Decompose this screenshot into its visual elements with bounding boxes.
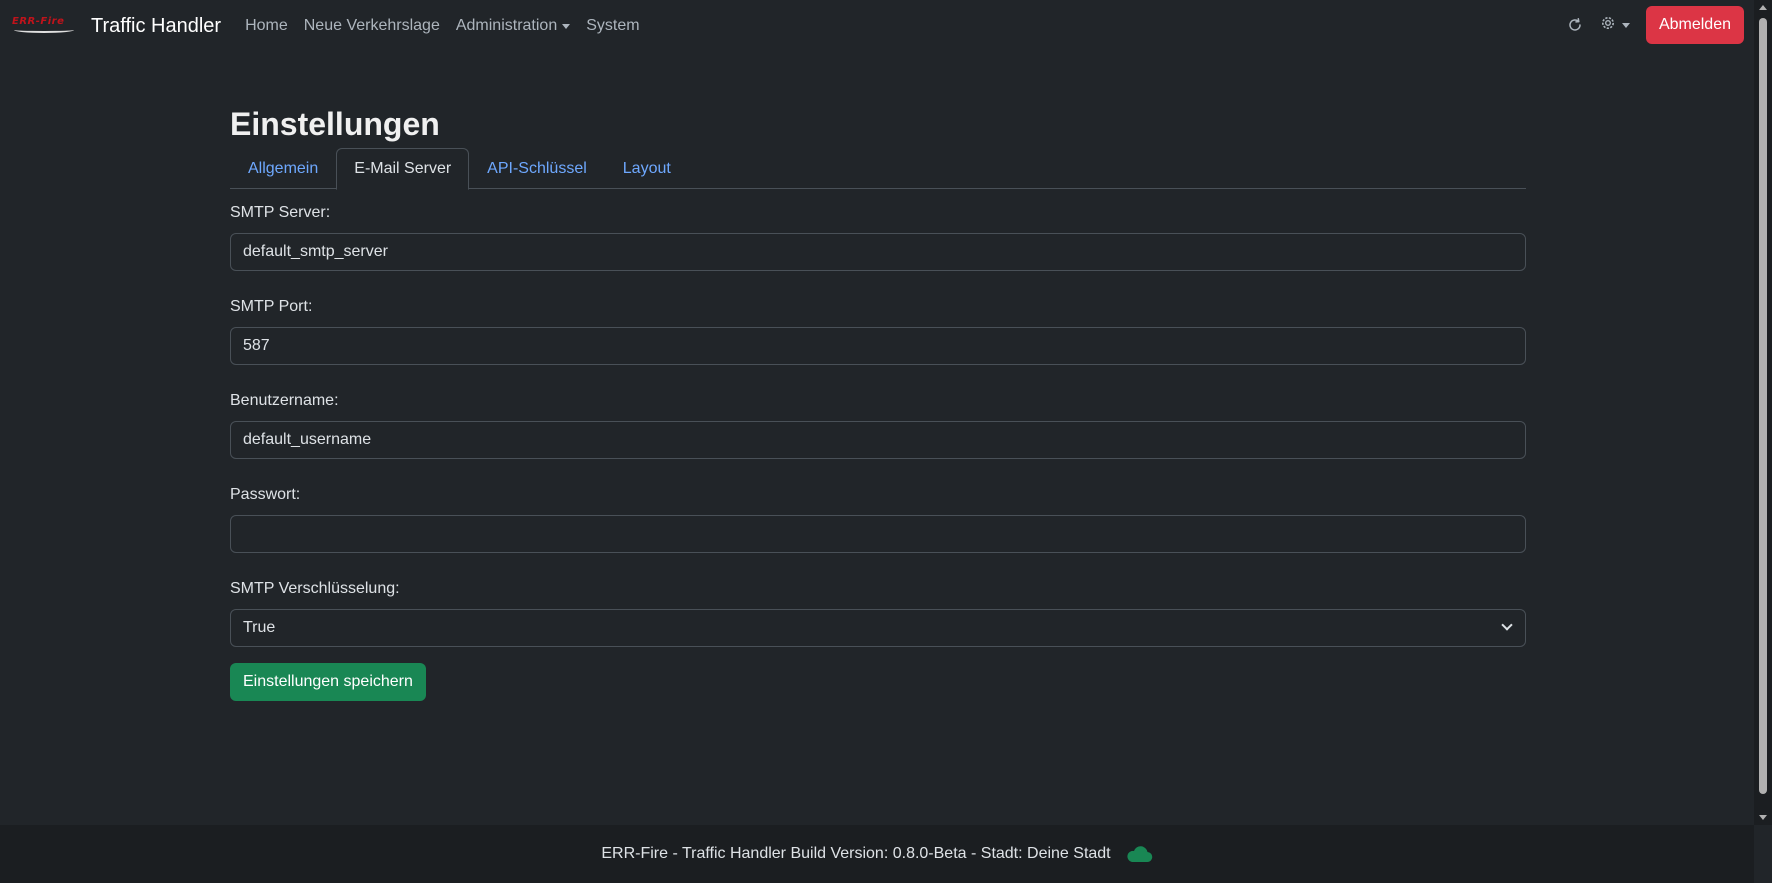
nav-item-administration[interactable]: Administration [455,17,571,35]
chevron-down-icon [562,23,571,29]
navbar: ERR-Fire Traffic Handler Home Neue Verke… [0,0,1754,52]
nav-item-system[interactable]: System [586,17,639,35]
username-input[interactable]: default_username [230,421,1526,459]
cloud-icon [1125,844,1153,864]
nav-item-home[interactable]: Home [245,17,288,35]
gear-icon [1599,14,1617,37]
chevron-down-icon [1621,22,1630,28]
scroll-down-icon[interactable] [1759,815,1767,820]
tab-layout[interactable]: Layout [605,148,689,189]
scrollbar[interactable] [1754,0,1772,825]
chevron-down-icon [1501,619,1513,631]
nav-right: Abmelden [1567,6,1744,44]
password-input[interactable] [230,515,1526,553]
smtp-port-label: SMTP Port: [230,298,313,315]
scroll-thumb[interactable] [1759,18,1767,794]
smtp-encryption-select[interactable]: True [230,609,1526,647]
save-settings-button[interactable]: Einstellungen speichern [230,663,426,701]
brand[interactable]: ERR-Fire Traffic Handler [12,15,221,38]
nav-item-administration-label: Administration [455,17,558,34]
smtp-encryption-value: True [243,619,276,636]
nav-item-neue-verkehrslage[interactable]: Neue Verkehrslage [304,17,440,35]
nav-links: Home Neue Verkehrslage Administration Sy… [237,17,648,35]
footer: ERR-Fire - Traffic Handler Build Version… [0,825,1754,883]
brand-name: Traffic Handler [91,14,222,37]
logout-button[interactable]: Abmelden [1645,6,1744,44]
email-server-form: SMTP Server: default_smtp_server SMTP Po… [230,201,1526,701]
tab-email-server[interactable]: E-Mail Server [336,148,470,190]
smtp-port-input[interactable]: 587 [230,327,1526,365]
tab-api-schluessel[interactable]: API-Schlüssel [469,148,605,189]
tab-allgemein[interactable]: Allgemein [230,148,336,189]
smtp-server-label: SMTP Server: [230,204,331,221]
page-title: Einstellungen [230,106,440,142]
smtp-encryption-label: SMTP Verschlüsselung: [230,580,400,597]
settings-dropdown[interactable] [1599,14,1630,37]
password-label: Passwort: [230,486,301,503]
smtp-server-input[interactable]: default_smtp_server [230,233,1526,271]
scroll-up-icon[interactable] [1759,5,1767,10]
page: ERR-Fire Traffic Handler Home Neue Verke… [0,0,1772,883]
main-content: Einstellungen Allgemein E-Mail Server AP… [230,100,1526,701]
brand-logo: ERR-Fire [12,16,78,36]
settings-tabs: Allgemein E-Mail Server API-Schlüssel La… [230,148,1526,190]
footer-text: ERR-Fire - Traffic Handler Build Version… [601,845,1111,862]
username-label: Benutzername: [230,392,339,409]
refresh-icon[interactable] [1567,17,1583,33]
